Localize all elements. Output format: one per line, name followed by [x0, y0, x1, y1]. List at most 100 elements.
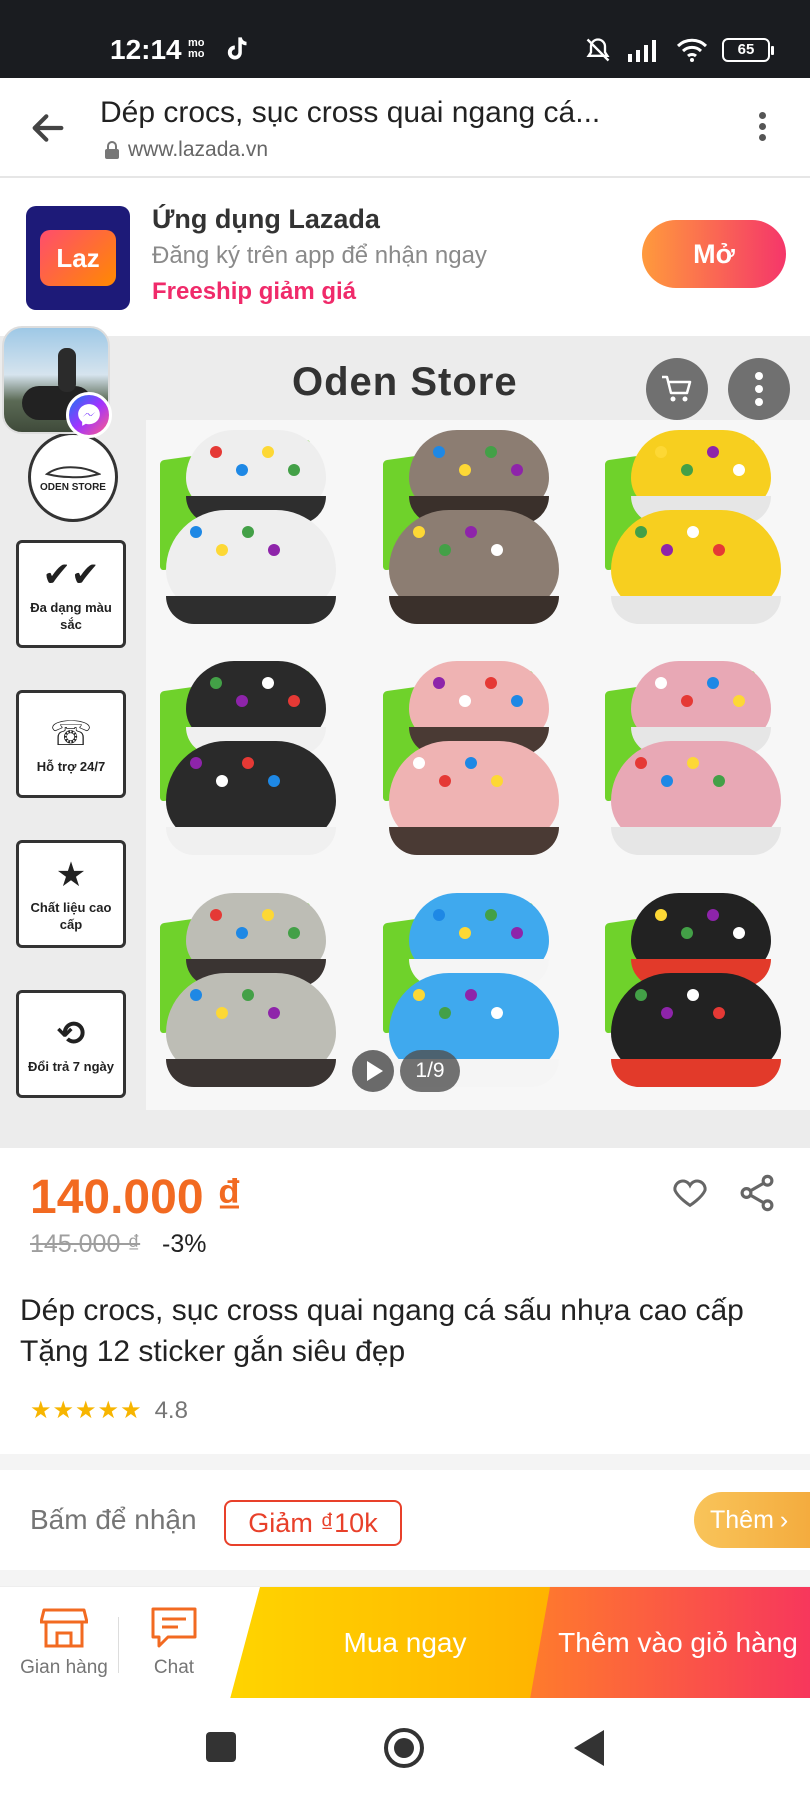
product-photo-cell [591, 651, 810, 878]
open-app-button[interactable]: Mở [642, 220, 786, 288]
clog-shoe [186, 430, 326, 524]
clog-shoe [166, 741, 336, 856]
feature-column: ODEN STORE ✔✔ Đa dạng màu sắc ☏ Hỗ trợ 2… [16, 432, 128, 1140]
feature-label: Hỗ trợ 24/7 [36, 758, 106, 774]
store-button[interactable]: Gian hàng [14, 1599, 114, 1679]
feature-variety: ✔✔ Đa dạng màu sắc [16, 540, 126, 648]
page-title: Dép crocs, sục cross quai ngang cá... [100, 96, 601, 129]
store-icon [40, 1608, 88, 1648]
clog-shoe [408, 892, 549, 987]
lock-icon [105, 141, 119, 159]
product-photo-cell [591, 420, 810, 647]
recents-button[interactable] [206, 1732, 236, 1762]
feature-label: Đa dạng màu sắc [30, 600, 112, 632]
url-domain[interactable]: www.lazada.vn [104, 138, 268, 162]
banner-subtitle: Đăng ký trên app để nhận ngay [152, 242, 487, 269]
lazada-logo: Laz [26, 206, 130, 310]
clog-shoe [611, 972, 782, 1087]
buy-now-button[interactable]: Mua ngay [230, 1587, 550, 1699]
original-price: 145.000 ₫ [30, 1230, 141, 1258]
voucher-row: Bấm để nhận Giảm ₫10k Thêm › [0, 1474, 810, 1570]
system-back-button[interactable] [574, 1730, 604, 1766]
bell-off-icon [586, 38, 610, 62]
star-icon: ★★★★★ [30, 1397, 143, 1424]
status-time: 12:14 [110, 34, 182, 65]
store-name-watermark: Oden Store [292, 360, 518, 404]
feature-support: ☏ Hỗ trợ 24/7 [16, 690, 126, 798]
voucher-chip[interactable]: Giảm ₫10k [224, 1500, 402, 1546]
app-install-banner: Laz Ứng dụng Lazada Đăng ký trên app để … [0, 180, 810, 334]
product-photo-cell [146, 883, 365, 1110]
wifi-icon [676, 38, 708, 62]
product-photo-cell [369, 420, 588, 647]
double-check-icon: ✔✔ [42, 556, 100, 594]
back-arrow-icon[interactable] [28, 108, 68, 148]
section-divider [0, 1570, 810, 1586]
rating-value: 4.8 [154, 1396, 188, 1424]
status-icons: 65 [584, 36, 774, 64]
more-vert-icon[interactable] [754, 108, 770, 148]
feature-return: ⟲ Đổi trả 7 ngày [16, 990, 126, 1098]
discount-percent: -3% [162, 1230, 207, 1258]
messenger-chat-head[interactable] [2, 326, 112, 438]
chat-label: Chat [153, 1657, 195, 1678]
image-counter: 1/9 [400, 1050, 460, 1092]
add-to-cart-button[interactable]: Thêm vào giỏ hàng [530, 1587, 810, 1699]
play-video-button[interactable] [352, 1050, 394, 1092]
lazada-logo-text: Laz [40, 230, 116, 286]
clog-shoe [611, 510, 782, 624]
domain-text: www.lazada.vn [128, 138, 269, 161]
product-title: Dép crocs, sục cross quai ngang cá sấu n… [20, 1294, 744, 1368]
more-vouchers-label: Thêm [710, 1505, 774, 1534]
share-icon[interactable] [736, 1172, 778, 1214]
clog-shoe [408, 661, 549, 756]
system-nav-bar [0, 1698, 810, 1800]
product-gallery[interactable]: Oden Store ODEN STORE ✔✔ Đa dạng màu sắc… [0, 336, 810, 1148]
clog-shoe [631, 661, 772, 756]
feature-label: Đổi trả 7 ngày [28, 1058, 114, 1074]
banner-title: Ứng dụng Lazada [152, 204, 380, 234]
battery-icon: 65 [722, 38, 774, 62]
product-rating[interactable]: ★★★★★ 4.8 [30, 1396, 188, 1425]
product-photo-cell [591, 883, 810, 1110]
store-logo-text: ODEN STORE [40, 481, 106, 493]
phone-icon: ☏ [49, 714, 93, 753]
clog-shoe [408, 430, 549, 524]
clog-shoe [631, 430, 772, 524]
browser-toolbar: Dép crocs, sục cross quai ngang cá... ww… [0, 78, 810, 178]
return-icon: ⟲ [56, 1014, 86, 1053]
messenger-icon [66, 392, 112, 438]
cart-button[interactable] [646, 358, 708, 420]
tiktok-icon [227, 37, 247, 60]
gallery-more-button[interactable] [728, 358, 790, 420]
store-logo-badge: ODEN STORE [28, 432, 118, 522]
clog-shoe [631, 892, 772, 987]
chevron-right-icon: › [779, 1505, 789, 1534]
section-divider [0, 1454, 810, 1470]
product-photo-cell [146, 651, 365, 878]
clog-shoe [186, 892, 326, 987]
chat-button[interactable]: Chat [124, 1599, 224, 1679]
action-divider [118, 1617, 119, 1673]
cart-icon [662, 375, 692, 402]
product-photo-grid [146, 420, 810, 1110]
crocodile-icon [45, 465, 101, 478]
more-vouchers-button[interactable]: Thêm › [694, 1492, 810, 1548]
banner-promo: Freeship giảm giá [152, 278, 357, 305]
product-photo-cell [369, 651, 588, 878]
heart-icon[interactable] [670, 1172, 710, 1212]
product-photo-cell [146, 420, 365, 647]
feature-material: ★ Chất liệu cao cấp [16, 840, 126, 948]
momo-icon: mo mo [188, 37, 205, 60]
product-info: 140.000 ₫ 145.000 ₫ -3% Dép crocs, sục c… [0, 1150, 810, 1450]
home-button[interactable] [384, 1728, 424, 1768]
clog-shoe [166, 510, 336, 624]
current-price: 140.000 ₫ [30, 1171, 242, 1224]
clog-shoe [611, 741, 782, 856]
clog-shoe [388, 741, 559, 856]
signal-icon [628, 40, 656, 62]
voucher-label: Bấm để nhận [30, 1504, 197, 1535]
bottom-action-bar: Gian hàng Chat Mua ngay Thêm vào giỏ hàn… [0, 1586, 810, 1699]
hand-stars-icon: ★ [55, 856, 87, 894]
clog-shoe [186, 661, 326, 756]
